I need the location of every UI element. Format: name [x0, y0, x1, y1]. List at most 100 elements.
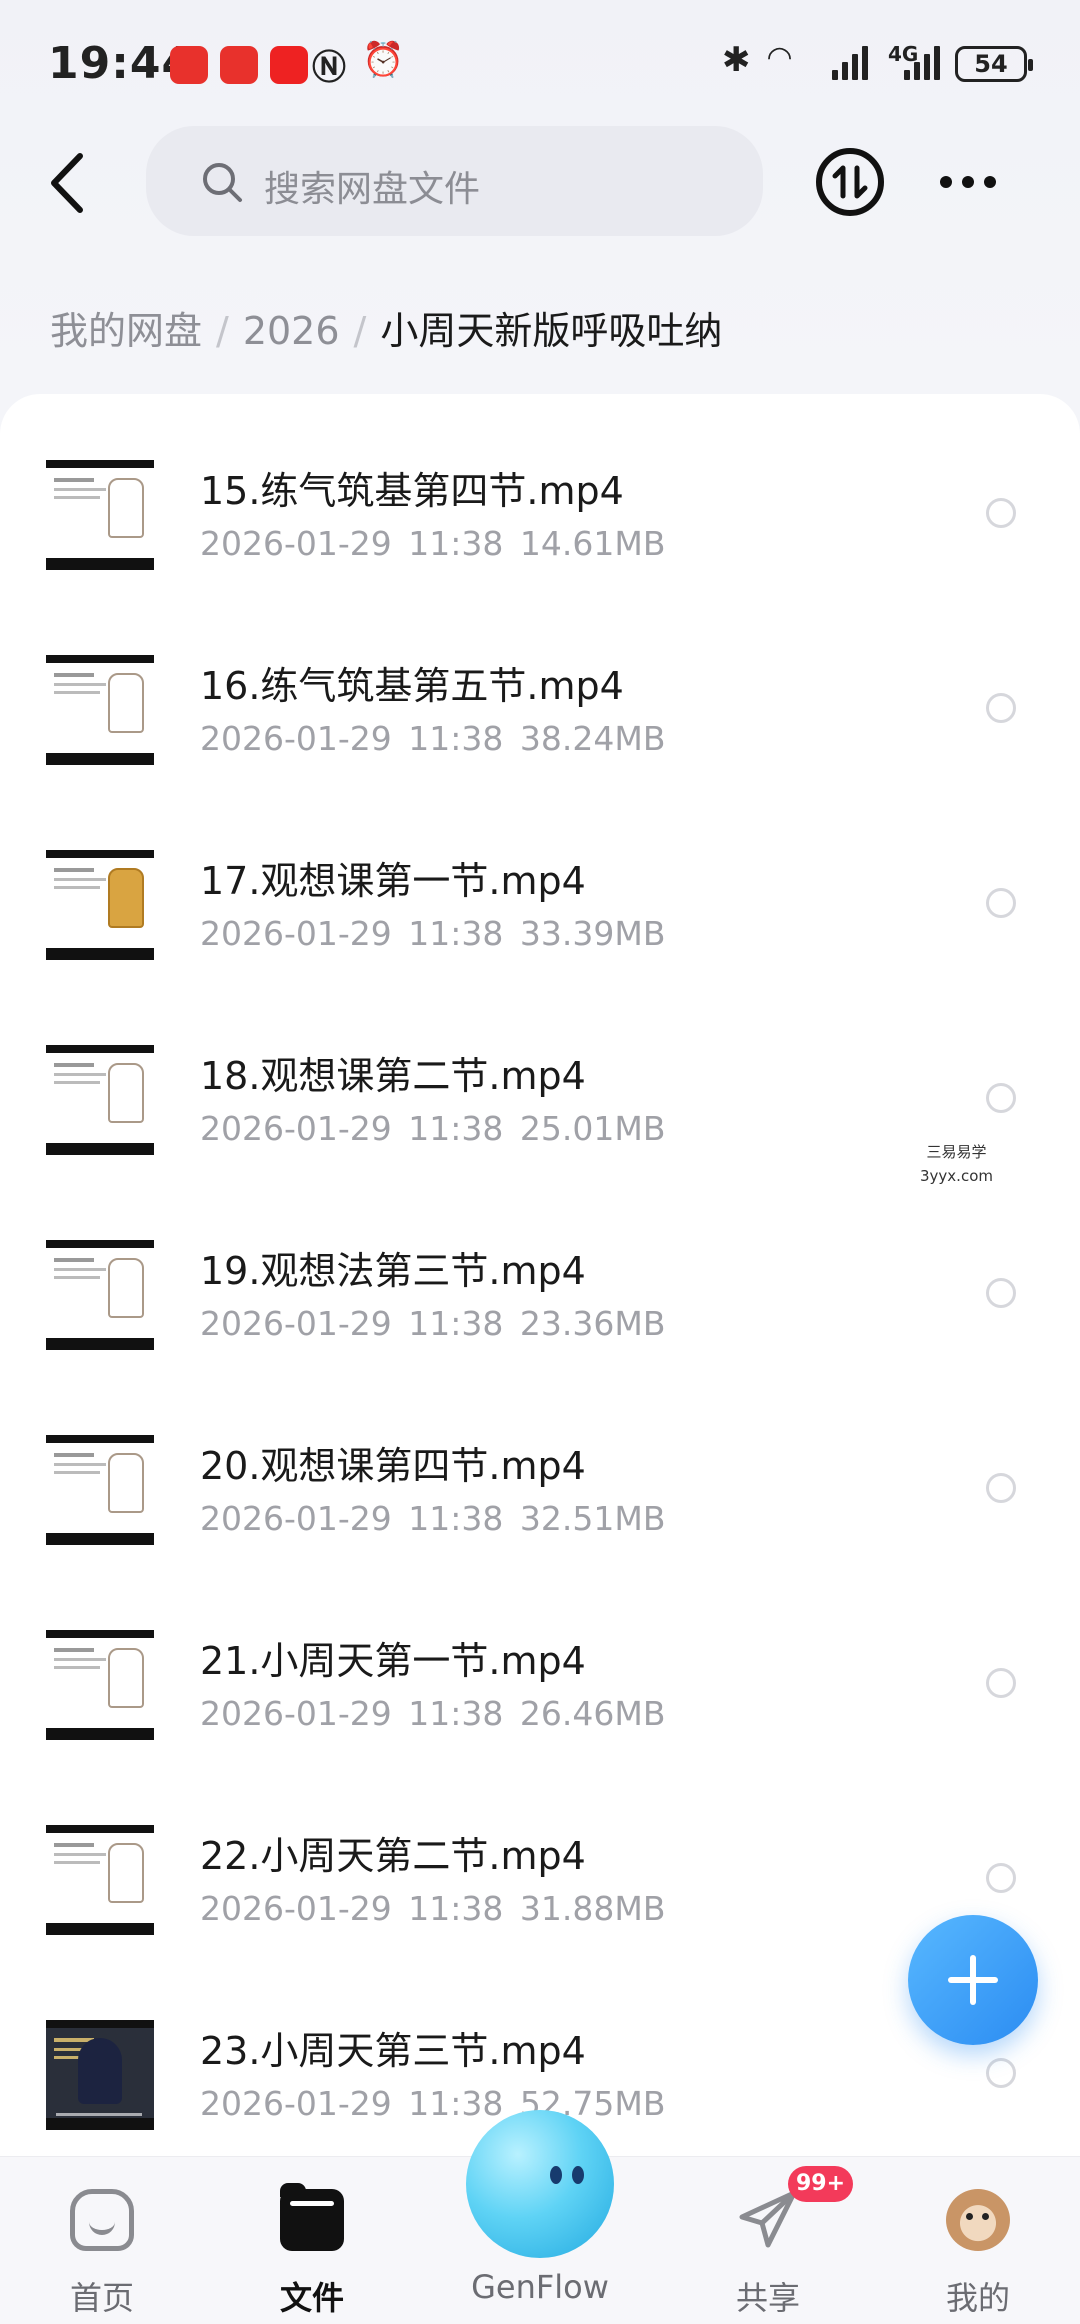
breadcrumb: 我的网盘 / 2026 / 小周天新版呼吸吐纳 — [50, 300, 722, 355]
file-row[interactable]: 16.练气筑基第五节.mp4 2026-01-29 11:38 38.24MB — [0, 589, 1080, 784]
video-thumbnail — [46, 1630, 154, 1740]
video-thumbnail — [46, 850, 154, 960]
tab-files[interactable]: 文件 — [242, 2183, 382, 2324]
file-meta: 2026-01-29 11:38 52.75MB — [200, 2084, 665, 2123]
file-meta: 2026-01-29 11:38 32.51MB — [200, 1499, 665, 1538]
select-radio[interactable] — [986, 693, 1016, 723]
tab-home-label: 首页 — [69, 2279, 134, 2317]
bluetooth-icon: ✱ — [722, 40, 751, 80]
transfer-arrows-icon — [832, 165, 868, 199]
file-row[interactable]: 17.观想课第一节.mp4 2026-01-29 11:38 33.39MB — [0, 784, 1080, 979]
tab-me-label: 我的 — [945, 2279, 1010, 2317]
file-meta: 2026-01-29 11:38 26.46MB — [200, 1694, 665, 1733]
watermark: 三易易学 3yyx.com — [920, 1143, 993, 1185]
file-meta: 2026-01-29 11:38 14.61MB — [200, 524, 665, 563]
breadcrumb-current: 小周天新版呼吸吐纳 — [380, 309, 723, 353]
video-thumbnail — [46, 1435, 154, 1545]
video-thumbnail — [46, 1240, 154, 1350]
file-name: 16.练气筑基第五节.mp4 — [200, 664, 624, 708]
file-name: 17.观想课第一节.mp4 — [200, 859, 586, 903]
file-size: 14.61MB — [519, 524, 666, 563]
file-row[interactable]: 15.练气筑基第四节.mp4 2026-01-29 11:38 14.61MB — [0, 394, 1080, 589]
breadcrumb-folder[interactable]: 2026 — [243, 309, 340, 353]
file-row[interactable]: 18.观想课第二节.mp4 2026-01-29 11:38 25.01MB — [0, 979, 1080, 1174]
battery-indicator: 54 — [955, 46, 1033, 82]
home-icon — [70, 2189, 134, 2251]
file-time: 11:38 — [408, 2084, 504, 2123]
file-name: 23.小周天第三节.mp4 — [200, 2029, 586, 2073]
folder-icon — [280, 2183, 344, 2251]
huawei-app-icon — [170, 46, 208, 84]
wifi-icon: ◠ — [768, 40, 792, 75]
tab-me[interactable]: 我的 — [908, 2185, 1048, 2324]
tab-share-label: 共享 — [735, 2279, 800, 2317]
file-row[interactable]: 21.小周天第一节.mp4 2026-01-29 11:38 26.46MB — [0, 1564, 1080, 1759]
back-button[interactable] — [44, 148, 94, 218]
file-row[interactable]: 20.观想课第四节.mp4 2026-01-29 11:38 32.51MB — [0, 1369, 1080, 1564]
genflow-button[interactable] — [466, 2110, 614, 2258]
file-row[interactable]: 22.小周天第二节.mp4 2026-01-29 11:38 31.88MB — [0, 1759, 1080, 1954]
search-placeholder: 搜索网盘文件 — [264, 169, 481, 210]
file-name: 18.观想课第二节.mp4 — [200, 1054, 586, 1098]
tab-share[interactable]: 共享 — [698, 2185, 838, 2324]
select-radio[interactable] — [986, 1083, 1016, 1113]
select-radio[interactable] — [986, 1668, 1016, 1698]
search-input[interactable]: 搜索网盘文件 — [146, 126, 763, 236]
signal-icon-2 — [904, 44, 946, 80]
select-radio[interactable] — [986, 1863, 1016, 1893]
file-row[interactable]: 19.观想法第三节.mp4 2026-01-29 11:38 23.36MB — [0, 1174, 1080, 1369]
file-list: 15.练气筑基第四节.mp4 2026-01-29 11:38 14.61MB 16… — [0, 394, 1080, 2174]
add-button[interactable] — [908, 1915, 1038, 2045]
select-radio[interactable] — [986, 498, 1016, 528]
file-time: 11:38 — [408, 1694, 504, 1733]
select-radio[interactable] — [986, 888, 1016, 918]
select-radio[interactable] — [986, 1473, 1016, 1503]
video-thumbnail — [46, 1825, 154, 1935]
video-thumbnail — [46, 655, 154, 765]
red-app-icon — [270, 46, 308, 84]
transfer-button[interactable] — [816, 148, 884, 216]
chevron-left-icon — [51, 153, 83, 213]
share-badge: 99+ — [788, 2166, 854, 2202]
breadcrumb-separator: / — [216, 309, 229, 353]
tab-files-label: 文件 — [279, 2279, 344, 2317]
alarm-icon: ⏰ — [362, 40, 405, 80]
file-size: 38.24MB — [519, 719, 666, 758]
breadcrumb-root[interactable]: 我的网盘 — [50, 309, 202, 353]
file-meta: 2026-01-29 11:38 25.01MB — [200, 1109, 665, 1148]
video-thumbnail — [46, 2020, 154, 2130]
file-time: 11:38 — [408, 1889, 504, 1928]
breadcrumb-separator: / — [353, 309, 367, 353]
file-name: 15.练气筑基第四节.mp4 — [200, 469, 624, 513]
file-time: 11:38 — [408, 1499, 504, 1538]
file-size: 25.01MB — [519, 1109, 666, 1148]
video-thumbnail — [46, 460, 154, 570]
search-icon — [203, 163, 242, 202]
select-radio[interactable] — [986, 2058, 1016, 2088]
file-size: 32.51MB — [519, 1499, 666, 1538]
file-date: 2026-01-29 — [200, 1304, 392, 1343]
select-radio[interactable] — [986, 1278, 1016, 1308]
nfc-icon: Ⓝ — [312, 48, 346, 88]
file-meta: 2026-01-29 11:38 38.24MB — [200, 719, 665, 758]
file-size: 23.36MB — [519, 1304, 666, 1343]
file-date: 2026-01-29 — [200, 914, 392, 953]
more-dots-icon — [940, 176, 952, 188]
screen: 19:44 Ⓝ ⏰ ✱ ◠ 4G 54 搜索网盘文件 我的网盘 / 2026 /… — [0, 0, 1080, 2324]
tab-home[interactable]: 首页 — [32, 2185, 172, 2324]
more-button[interactable] — [940, 172, 1000, 192]
genflow-mascot-eye — [550, 2166, 562, 2184]
file-time: 11:38 — [408, 719, 504, 758]
file-time: 11:38 — [408, 1109, 504, 1148]
file-size: 26.46MB — [519, 1694, 666, 1733]
file-size: 31.88MB — [519, 1889, 666, 1928]
file-date: 2026-01-29 — [200, 1694, 392, 1733]
signal-icon — [832, 44, 874, 80]
file-date: 2026-01-29 — [200, 719, 392, 758]
file-size: 33.39MB — [519, 914, 666, 953]
avatar — [946, 2189, 1010, 2251]
file-time: 11:38 — [408, 1304, 504, 1343]
video-thumbnail — [46, 1045, 154, 1155]
file-time: 11:38 — [408, 914, 504, 953]
genflow-mascot-eye — [572, 2166, 584, 2184]
